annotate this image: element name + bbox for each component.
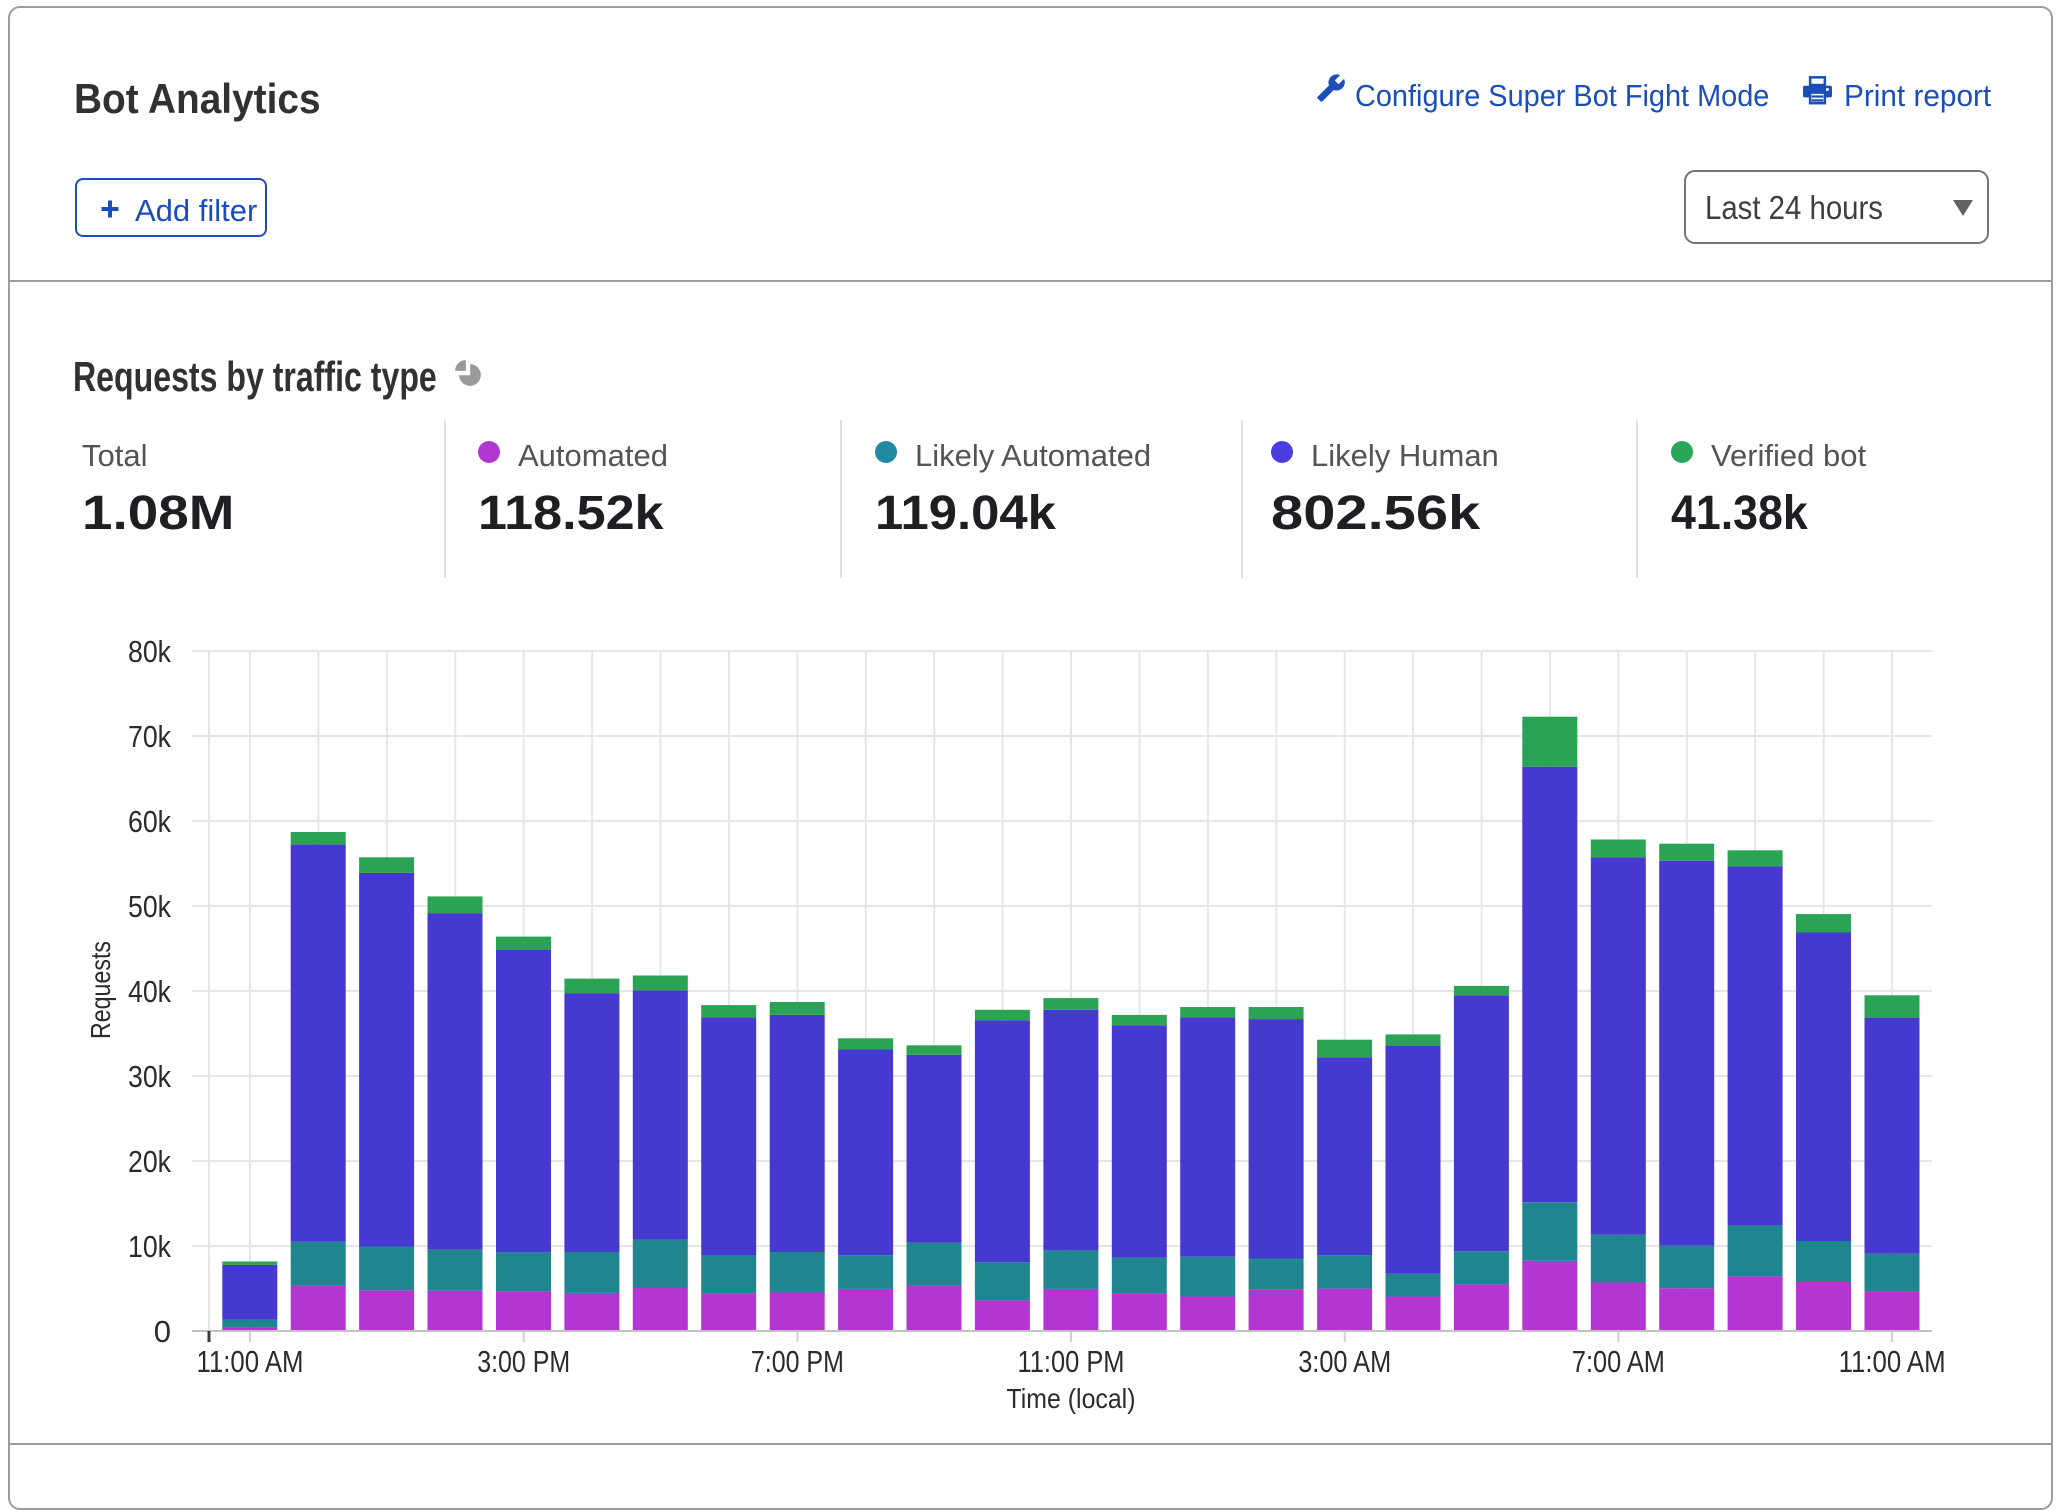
svg-text:3:00 AM: 3:00 AM <box>1298 1344 1391 1379</box>
svg-text:30k: 30k <box>128 1059 171 1094</box>
svg-text:60k: 60k <box>128 804 171 839</box>
svg-text:20k: 20k <box>128 1144 171 1179</box>
svg-text:40k: 40k <box>128 974 171 1009</box>
svg-text:50k: 50k <box>128 889 171 924</box>
svg-text:70k: 70k <box>128 719 171 754</box>
svg-text:7:00 PM: 7:00 PM <box>751 1344 844 1379</box>
svg-text:Time (local): Time (local) <box>1007 1383 1136 1414</box>
svg-text:11:00 PM: 11:00 PM <box>1018 1344 1125 1379</box>
svg-text:11:00 AM: 11:00 AM <box>1839 1344 1946 1379</box>
svg-text:80k: 80k <box>128 634 171 669</box>
svg-text:3:00 PM: 3:00 PM <box>477 1344 570 1379</box>
svg-text:11:00 AM: 11:00 AM <box>197 1344 304 1379</box>
svg-text:0: 0 <box>154 1314 171 1349</box>
svg-text:Requests: Requests <box>85 941 116 1039</box>
svg-text:7:00 AM: 7:00 AM <box>1572 1344 1665 1379</box>
svg-text:10k: 10k <box>128 1229 171 1264</box>
